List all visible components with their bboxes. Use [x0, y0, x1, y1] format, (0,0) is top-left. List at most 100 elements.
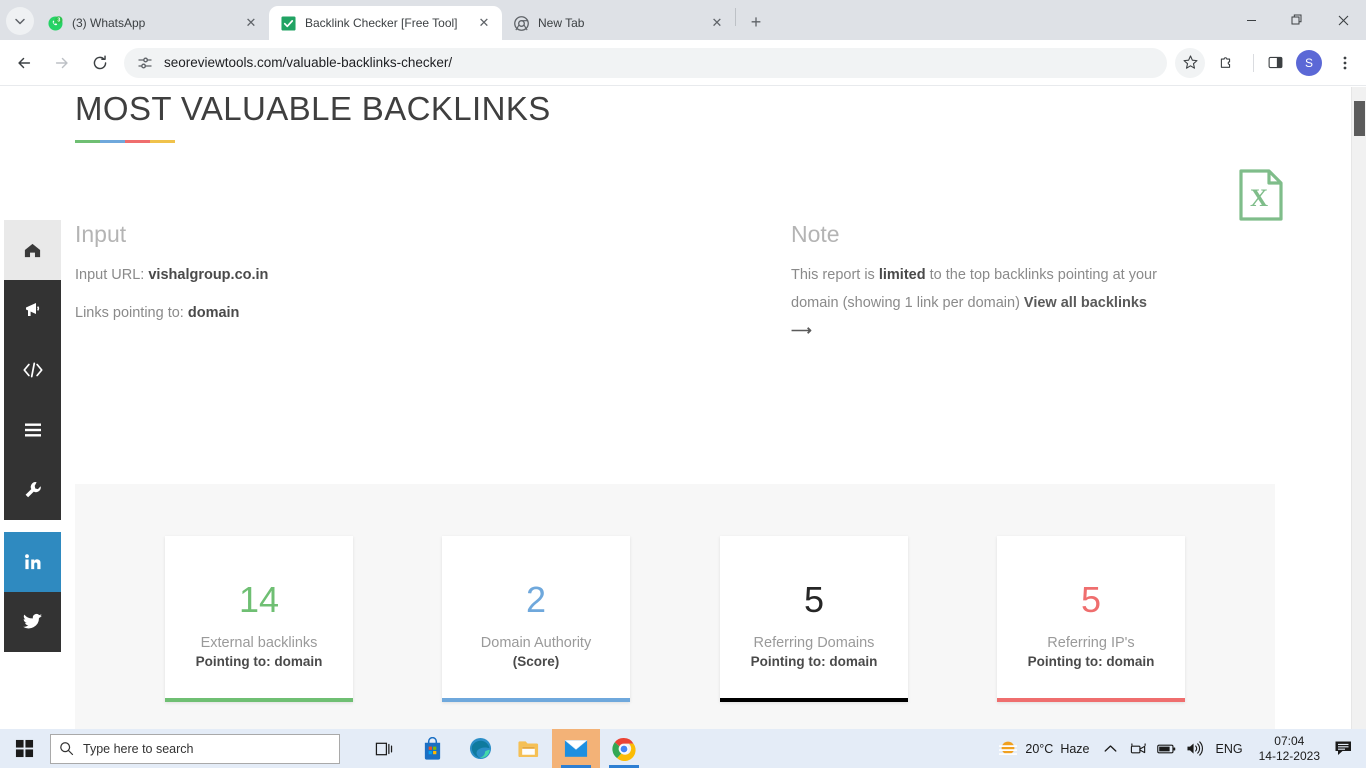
home-icon [24, 243, 41, 257]
tray-expand-button[interactable] [1096, 744, 1125, 753]
stat-card-domain-authority[interactable]: 2 Domain Authority (Score) [442, 536, 630, 702]
restore-icon [1291, 14, 1302, 25]
tab-backlink-checker[interactable]: Backlink Checker [Free Tool] ✕ [269, 6, 502, 40]
sidebar-item-list[interactable] [4, 400, 61, 460]
taskbar-app-microsoft-edge[interactable] [456, 729, 504, 768]
taskbar-app-file-explorer[interactable] [504, 729, 552, 768]
stats-panel: 14 External backlinks Pointing to: domai… [75, 484, 1275, 729]
title-underline-rule [75, 140, 175, 143]
taskbar-clock[interactable]: 07:04 14-12-2023 [1251, 734, 1328, 764]
page-scrollbar[interactable] [1351, 87, 1366, 729]
whatsapp-badge-count: 3 [57, 17, 60, 23]
task-view-button[interactable] [360, 729, 408, 768]
taskbar-search-box[interactable]: Type here to search [50, 733, 340, 764]
rule-segment-red [125, 140, 150, 143]
stat-label: Referring IP's [1047, 635, 1135, 651]
sidebar-item-linkedin[interactable] [4, 532, 61, 592]
tab-whatsapp[interactable]: 3 (3) WhatsApp ✕ [36, 6, 269, 40]
note-text: This report is limited to the top backli… [791, 261, 1171, 345]
tab-close-button[interactable]: ✕ [474, 13, 494, 33]
taskbar-app-mail[interactable] [552, 729, 600, 768]
stat-value: 2 [525, 579, 547, 620]
task-view-icon [375, 742, 392, 755]
chevron-up-icon [1104, 745, 1116, 752]
linkedin-icon [24, 554, 41, 570]
folder-icon [517, 740, 538, 757]
forward-button[interactable] [48, 49, 76, 77]
minimize-button[interactable] [1228, 0, 1274, 40]
notification-center-button[interactable] [1328, 740, 1366, 758]
note-line1-c: to the top backlinks pointing at your [925, 267, 1157, 283]
weather-temperature: 20°C [1025, 741, 1054, 756]
reload-button[interactable] [86, 49, 114, 77]
puzzle-icon [1220, 57, 1230, 68]
excel-x-letter: X [1250, 185, 1268, 212]
stat-card-referring-ips[interactable]: 5 Referring IP's Pointing to: domain [997, 536, 1185, 702]
stat-value: 14 [238, 579, 280, 620]
sidebar-item-tools[interactable] [4, 460, 61, 520]
restore-button[interactable] [1274, 0, 1320, 40]
three-dot-menu-icon [1343, 56, 1347, 69]
tab-search-button[interactable] [6, 7, 34, 35]
taskbar-app-google-chrome[interactable] [600, 729, 648, 768]
links-pointing-line: Links pointing to: domain [75, 299, 495, 327]
page-title: MOST VALUABLE BACKLINKS [75, 90, 551, 127]
stat-label: External backlinks [200, 635, 318, 651]
stat-card-external-backlinks[interactable]: 14 External backlinks Pointing to: domai… [165, 536, 353, 702]
address-bar[interactable]: seoreviewtools.com/valuable-backlinks-ch… [124, 47, 1167, 78]
volume-button[interactable] [1181, 741, 1208, 756]
weather-widget[interactable]: 20°C Haze [991, 739, 1095, 759]
list-icon [24, 423, 41, 437]
taskbar-app-microsoft-store[interactable] [408, 729, 456, 768]
input-url-line: Input URL: vishalgroup.co.in [75, 261, 495, 289]
chrome-menu-button[interactable] [1330, 48, 1360, 78]
stat-label: Domain Authority [480, 635, 592, 651]
excel-export-icon: X [1239, 169, 1283, 221]
forward-arrow-icon [55, 57, 68, 68]
start-button[interactable] [0, 729, 48, 768]
stat-value: 5 [1080, 579, 1102, 620]
rule-segment-yellow [150, 140, 175, 143]
minimize-icon [1246, 19, 1256, 21]
twitter-icon [22, 613, 42, 629]
tab-title: (3) WhatsApp [72, 16, 146, 30]
side-panel-button[interactable] [1260, 48, 1290, 78]
tab-close-button[interactable]: ✕ [241, 13, 261, 33]
tab-close-button[interactable]: ✕ [707, 13, 727, 33]
code-icon [22, 362, 43, 378]
new-tab-button[interactable]: + [742, 8, 770, 36]
weather-condition: Haze [1060, 741, 1090, 756]
browser-window: 3 (3) WhatsApp ✕ Backlink Checker [Free … [0, 0, 1366, 729]
sidebar-item-code[interactable] [4, 340, 61, 400]
bookmark-button[interactable] [1175, 47, 1205, 78]
sidebar-item-announcements[interactable] [4, 280, 61, 340]
page-viewport: MOST VALUABLE BACKLINKS X Input Input UR… [0, 87, 1366, 729]
battery-button[interactable] [1152, 743, 1181, 755]
language-indicator[interactable]: ENG [1208, 742, 1251, 756]
browser-toolbar: seoreviewtools.com/valuable-backlinks-ch… [0, 40, 1366, 86]
profile-avatar[interactable]: S [1296, 49, 1322, 76]
edge-icon [469, 737, 491, 760]
note-section-heading: Note [791, 221, 840, 247]
sidebar-item-twitter[interactable] [4, 592, 61, 652]
stat-label: Referring Domains [753, 635, 875, 651]
stat-card-referring-domains[interactable]: 5 Referring Domains Pointing to: domain [720, 536, 908, 702]
close-button[interactable] [1320, 0, 1366, 40]
tab-new-tab[interactable]: New Tab ✕ [502, 6, 735, 40]
input-url-value: vishalgroup.co.in [148, 267, 269, 283]
tune-icon[interactable] [136, 54, 154, 72]
scrollbar-thumb[interactable] [1354, 101, 1365, 136]
taskbar-search-placeholder: Type here to search [83, 741, 194, 756]
stat-sublabel: (Score) [512, 654, 560, 669]
star-icon [1182, 55, 1198, 69]
clock-date: 14-12-2023 [1258, 748, 1320, 763]
tab-title: Backlink Checker [Free Tool] [305, 16, 458, 30]
camera-status-button[interactable] [1125, 742, 1152, 756]
input-url-label: Input URL: [75, 267, 145, 283]
excel-export-button[interactable]: X [1238, 169, 1284, 221]
back-button[interactable] [10, 49, 38, 77]
sidebar-item-home[interactable] [4, 220, 61, 280]
window-controls [1228, 0, 1366, 40]
haze-icon [999, 741, 1018, 755]
extensions-button[interactable] [1211, 48, 1241, 78]
